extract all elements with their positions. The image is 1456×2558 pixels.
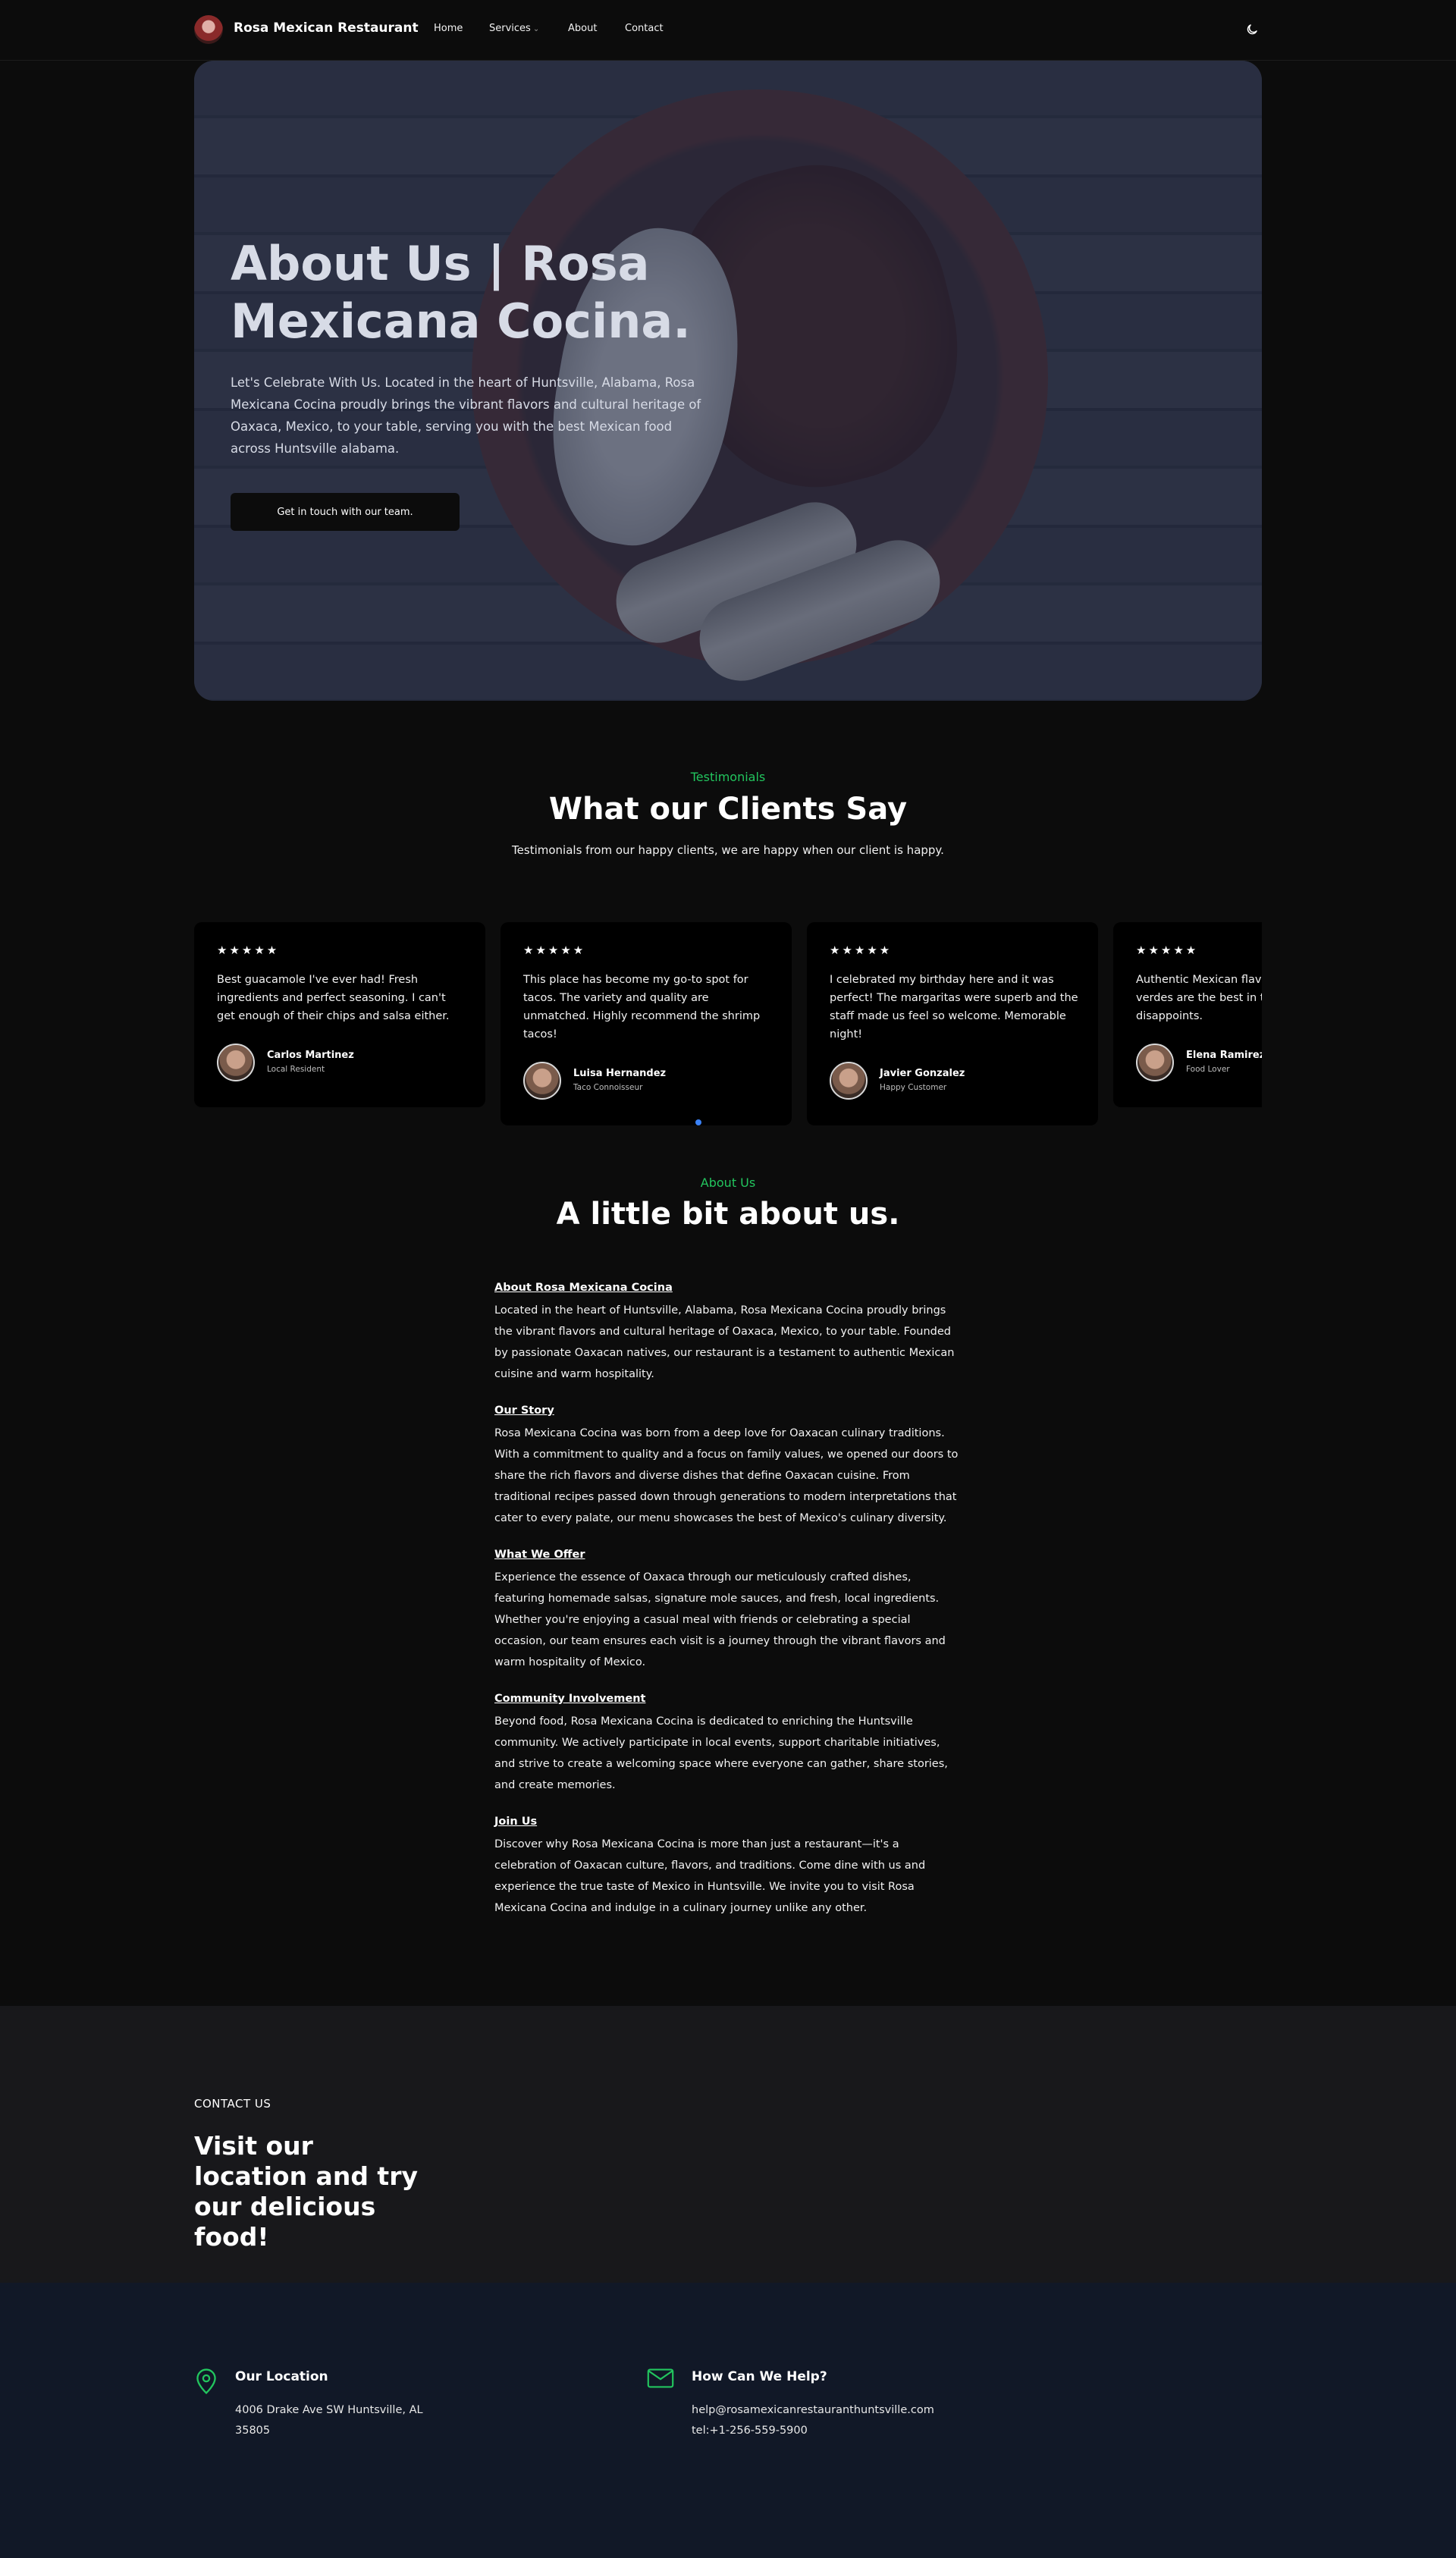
- our-story-paragraph: Rosa Mexicana Cocina was born from a dee…: [494, 1427, 959, 1524]
- join-us-heading: Join Us: [494, 1816, 538, 1828]
- hero-title: About Us | Rosa Mexicana Cocina.: [231, 236, 691, 349]
- contact-title: Visit our location and try our delicious…: [194, 2131, 418, 2252]
- avatar: [523, 1062, 561, 1100]
- testimonial-quote: Best guacamole I've ever had! Fresh ingr…: [217, 974, 450, 1022]
- top-navigation: Rosa Mexican Restaurant Home Services ⌄ A…: [0, 0, 1456, 61]
- nav-contact-link[interactable]: Contact: [625, 23, 664, 34]
- what-we-offer-heading: What We Offer: [494, 1549, 585, 1561]
- testimonial-card: ★★★★★ Authentic Mexican flavors! The enc…: [1113, 922, 1262, 1107]
- testimonial-card: ★★★★★ I celebrated my birthday here and …: [807, 922, 1098, 1125]
- testimonial-role: Local Resident: [267, 1065, 325, 1074]
- our-story-heading: Our Story: [494, 1405, 554, 1417]
- moon-icon[interactable]: [1242, 20, 1262, 39]
- community-paragraph: Beyond food, Rosa Mexicana Cocina is ded…: [494, 1715, 948, 1791]
- about-content: About Rosa Mexicana Cocina Located in th…: [494, 1282, 962, 1938]
- brand-name[interactable]: Rosa Mexican Restaurant: [234, 20, 419, 36]
- help-phone-link[interactable]: tel:+1-256-559-5900: [692, 2421, 808, 2441]
- nav-services-dropdown[interactable]: Services ⌄: [489, 23, 539, 34]
- join-us-paragraph: Discover why Rosa Mexicana Cocina is mor…: [494, 1838, 926, 1914]
- location-heading: Our Location: [235, 2369, 328, 2384]
- contact-eyebrow: CONTACT US: [194, 2097, 271, 2111]
- carousel-pagination-dot[interactable]: [695, 1119, 701, 1125]
- nav-services-label: Services: [489, 23, 531, 34]
- testimonial-name: Elena Ramirez: [1186, 1050, 1262, 1061]
- testimonials-subtitle: Testimonials from our happy clients, we …: [512, 843, 944, 857]
- about-heading: About Rosa Mexicana Cocina: [494, 1282, 673, 1294]
- chevron-down-icon: ⌄: [532, 25, 540, 33]
- hero-description: Let's Celebrate With Us. Located in the …: [231, 375, 701, 456]
- map-pin-icon: [194, 2368, 221, 2395]
- testimonial-role: Food Lover: [1186, 1065, 1230, 1074]
- testimonial-name: Luisa Hernandez: [573, 1068, 667, 1079]
- star-rating: ★★★★★: [217, 943, 280, 957]
- testimonial-card: ★★★★★ This place has become my go-to spo…: [500, 922, 792, 1125]
- help-heading: How Can We Help?: [692, 2369, 827, 2384]
- avatar: [830, 1062, 868, 1100]
- star-rating: ★★★★★: [830, 943, 893, 957]
- about-title: A little bit about us.: [556, 1197, 900, 1232]
- community-heading: Community Involvement: [494, 1693, 646, 1705]
- testimonial-role: Taco Connoisseur: [573, 1083, 643, 1092]
- avatar: [217, 1044, 255, 1081]
- testimonial-name: Javier Gonzalez: [880, 1068, 965, 1079]
- testimonials-eyebrow: Testimonials: [690, 770, 766, 784]
- contact-team-button[interactable]: Get in touch with our team.: [231, 493, 460, 531]
- about-eyebrow: About Us: [700, 1175, 756, 1190]
- testimonials-title: What our Clients Say: [548, 792, 908, 827]
- avatar: [1136, 1044, 1174, 1081]
- envelope-icon: [647, 2368, 674, 2395]
- testimonial-name: Carlos Martinez: [267, 1050, 354, 1061]
- testimonial-quote: This place has become my go-to spot for …: [523, 974, 761, 1040]
- testimonials-carousel[interactable]: ★★★★★ Best guacamole I've ever had! Fres…: [194, 922, 1262, 1127]
- location-address: 4006 Drake Ave SW Huntsville, AL 35805: [235, 2404, 423, 2437]
- contact-section: CONTACT US Visit our location and try ou…: [0, 2006, 1456, 2283]
- what-we-offer-paragraph: Experience the essence of Oaxaca through…: [494, 1571, 946, 1668]
- restaurant-logo[interactable]: [194, 15, 223, 44]
- star-rating: ★★★★★: [1136, 943, 1199, 957]
- help-email-link[interactable]: help@rosamexicanrestauranthuntsville.com: [692, 2400, 934, 2421]
- testimonial-role: Happy Customer: [880, 1083, 947, 1092]
- hero-banner: About Us | Rosa Mexicana Cocina. Let's C…: [194, 61, 1262, 701]
- testimonial-quote: I celebrated my birthday here and it was…: [830, 974, 1078, 1040]
- star-rating: ★★★★★: [523, 943, 586, 957]
- nav-about-link[interactable]: About: [568, 23, 597, 34]
- nav-home-link[interactable]: Home: [434, 23, 463, 34]
- footer: Our Location 4006 Drake Ave SW Huntsvill…: [0, 2283, 1456, 2558]
- testimonial-card: ★★★★★ Best guacamole I've ever had! Fres…: [194, 922, 485, 1107]
- about-paragraph: Located in the heart of Huntsville, Alab…: [494, 1304, 955, 1380]
- testimonial-quote: Authentic Mexican flavors! The enchilada…: [1136, 974, 1262, 1022]
